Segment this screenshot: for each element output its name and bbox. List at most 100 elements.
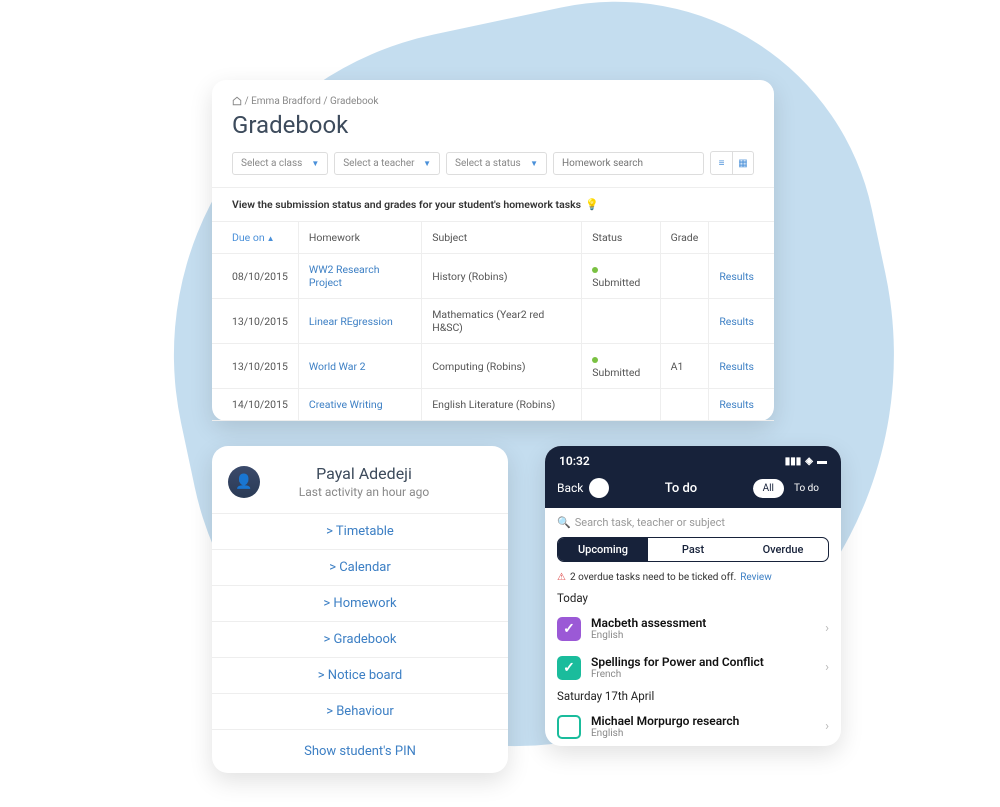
nav-timetable[interactable]: > Timetable — [212, 514, 508, 550]
status-time: 10:32 — [559, 454, 590, 468]
cell-status: Submitted — [582, 254, 660, 299]
back-button[interactable]: Back — [557, 478, 609, 498]
list-view-icon[interactable]: ≡ — [711, 152, 732, 174]
checkbox-checked-icon[interactable]: ✓ — [557, 656, 581, 680]
task-item[interactable]: ✓ Macbeth assessment English › — [545, 609, 841, 648]
cell-status: Submitted — [582, 344, 660, 389]
col-grade[interactable]: Grade — [660, 222, 709, 254]
sort-up-icon: ▲ — [267, 234, 275, 243]
student-name: Payal Adedeji — [236, 464, 492, 483]
review-link[interactable]: Review — [740, 572, 772, 583]
search-bar[interactable]: 🔍 Search task, teacher or subject — [545, 508, 841, 537]
table-row: 13/10/2015 World War 2 Computing (Robins… — [212, 344, 774, 389]
toggle-todo[interactable]: To do — [784, 479, 829, 498]
task-item[interactable]: Michael Morpurgo research English › — [545, 707, 841, 746]
select-status[interactable]: Select a status▼ — [446, 152, 547, 175]
student-nav: > Timetable > Calendar > Homework > Grad… — [212, 513, 508, 730]
cell-subject: Mathematics (Year2 red H&SC) — [422, 299, 582, 344]
cell-due: 13/10/2015 — [212, 344, 298, 389]
homework-link[interactable]: WW2 Research Project — [309, 263, 380, 289]
results-link[interactable]: Results — [719, 360, 754, 373]
nav-calendar[interactable]: > Calendar — [212, 550, 508, 586]
select-class[interactable]: Select a class▼ — [232, 152, 328, 175]
overdue-alert: ⚠ 2 overdue tasks need to be ticked off.… — [545, 570, 841, 589]
checkbox-checked-icon[interactable]: ✓ — [557, 617, 581, 641]
nav-notice-board[interactable]: > Notice board — [212, 658, 508, 694]
student-card: 👤 Payal Adedeji Last activity an hour ag… — [212, 446, 508, 773]
signal-icon: ▮▮▮ — [785, 456, 802, 467]
filter-toggle: All To do — [753, 479, 829, 498]
task-title: Spellings for Power and Conflict — [591, 655, 815, 669]
homework-link[interactable]: Linear REgression — [309, 315, 393, 328]
col-action — [709, 222, 774, 254]
cell-status — [582, 389, 660, 421]
results-link[interactable]: Results — [719, 315, 754, 328]
col-homework[interactable]: Homework — [298, 222, 421, 254]
table-row: 08/10/2015 WW2 Research Project History … — [212, 254, 774, 299]
table-row: 14/10/2015 Creative Writing English Lite… — [212, 389, 774, 421]
warning-icon: ⚠ — [557, 572, 566, 583]
task-subject: French — [591, 669, 815, 680]
breadcrumb: / Emma Bradford / Gradebook — [212, 96, 774, 111]
breadcrumb-page: Gradebook — [330, 96, 378, 107]
chevron-down-icon: ▼ — [530, 159, 538, 168]
wifi-icon: ◈ — [805, 456, 813, 467]
tab-past[interactable]: Past — [648, 538, 738, 561]
cell-due: 08/10/2015 — [212, 254, 298, 299]
show-pin-link[interactable]: Show student's PIN — [212, 730, 508, 773]
cell-due: 14/10/2015 — [212, 389, 298, 421]
breadcrumb-student[interactable]: Emma Bradford — [251, 96, 321, 107]
cell-due: 13/10/2015 — [212, 299, 298, 344]
homework-link[interactable]: World War 2 — [309, 360, 366, 373]
task-subject: English — [591, 728, 815, 739]
task-subject: English — [591, 630, 815, 641]
homework-table: Due on▲ Homework Subject Status Grade 08… — [212, 221, 774, 421]
task-title: Michael Morpurgo research — [591, 714, 815, 728]
search-icon: 🔍 — [557, 516, 571, 529]
toggle-all[interactable]: All — [753, 479, 784, 498]
last-activity: Last activity an hour ago — [236, 485, 492, 499]
task-item[interactable]: ✓ Spellings for Power and Conflict Frenc… — [545, 648, 841, 687]
section-saturday: Saturday 17th April — [545, 687, 841, 707]
mobile-todo-card: 10:32 ▮▮▮ ◈ ▬ Back To do All To do 🔍 Sea… — [545, 446, 841, 746]
page-title: Gradebook — [212, 111, 774, 151]
cell-subject: Computing (Robins) — [422, 344, 582, 389]
chevron-down-icon: ▼ — [311, 159, 319, 168]
status-dot-icon — [592, 267, 598, 273]
tab-upcoming[interactable]: Upcoming — [558, 538, 648, 561]
checkbox-unchecked-icon[interactable] — [557, 715, 581, 739]
results-link[interactable]: Results — [719, 398, 754, 411]
status-dot-icon — [592, 357, 598, 363]
mobile-nav: Back To do All To do — [545, 472, 841, 508]
section-today: Today — [545, 589, 841, 609]
cell-grade — [660, 389, 709, 421]
col-status[interactable]: Status — [582, 222, 660, 254]
tab-overdue[interactable]: Overdue — [738, 538, 828, 561]
view-toggle: ≡ ▦ — [710, 151, 754, 175]
filter-bar: Select a class▼ Select a teacher▼ Select… — [212, 151, 774, 187]
nav-behaviour[interactable]: > Behaviour — [212, 694, 508, 730]
grid-view-icon[interactable]: ▦ — [732, 152, 753, 174]
homework-search-input[interactable] — [553, 152, 704, 175]
col-subject[interactable]: Subject — [422, 222, 582, 254]
chevron-down-icon: ▼ — [423, 159, 431, 168]
nav-title: To do — [665, 481, 697, 496]
homework-link[interactable]: Creative Writing — [309, 398, 383, 411]
status-bar: 10:32 ▮▮▮ ◈ ▬ — [545, 446, 841, 472]
nav-homework[interactable]: > Homework — [212, 586, 508, 622]
home-icon[interactable] — [232, 96, 242, 106]
search-placeholder: Search task, teacher or subject — [575, 516, 725, 529]
task-title: Macbeth assessment — [591, 616, 815, 630]
nav-gradebook[interactable]: > Gradebook — [212, 622, 508, 658]
chevron-right-icon: › — [825, 719, 829, 734]
cell-subject: English Literature (Robins) — [422, 389, 582, 421]
gradebook-card: / Emma Bradford / Gradebook Gradebook Se… — [212, 80, 774, 421]
student-header: 👤 Payal Adedeji Last activity an hour ag… — [212, 446, 508, 513]
select-teacher[interactable]: Select a teacher▼ — [334, 152, 440, 175]
instruction-text: View the submission status and grades fo… — [212, 187, 774, 221]
results-link[interactable]: Results — [719, 270, 754, 283]
cell-subject: History (Robins) — [422, 254, 582, 299]
battery-icon: ▬ — [817, 456, 827, 467]
cell-status — [582, 299, 660, 344]
col-due[interactable]: Due on▲ — [212, 222, 298, 254]
